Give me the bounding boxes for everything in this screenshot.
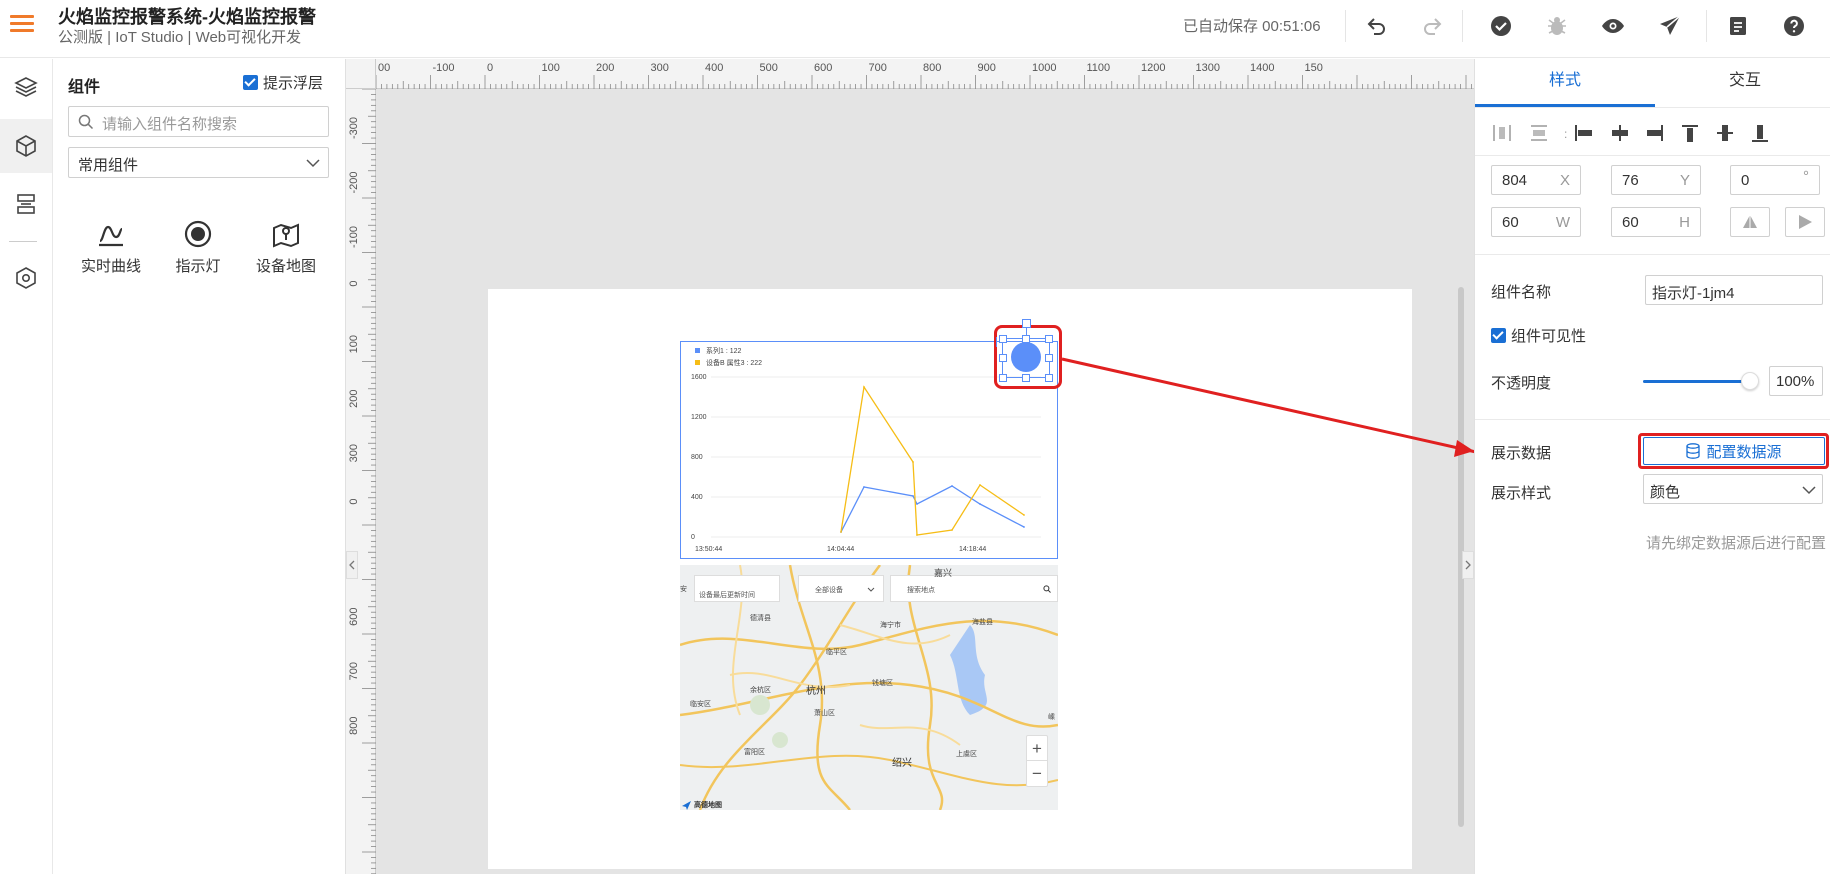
list-icon <box>17 194 35 214</box>
component-name-input[interactable]: 指示灯-1jm4 <box>1645 275 1823 305</box>
height-value: 60 <box>1622 214 1639 231</box>
tab-divider <box>1475 107 1830 108</box>
bug-icon[interactable] <box>1545 14 1569 38</box>
layers-icon <box>14 77 38 97</box>
rail-pages[interactable] <box>0 177 52 231</box>
configure-datasource-label: 配置数据源 <box>1706 443 1782 461</box>
category-value: 常用组件 <box>78 157 139 174</box>
indicator-light-icon <box>184 220 212 248</box>
section-divider <box>1475 155 1830 156</box>
opacity-slider-track[interactable] <box>1643 380 1753 383</box>
toolbar-divider <box>1462 10 1463 42</box>
display-style-value: 颜色 <box>1650 484 1681 501</box>
database-icon <box>1686 443 1701 459</box>
x-value: 804 <box>1502 172 1528 189</box>
visibility-checkbox[interactable]: 组件可见性 <box>1491 325 1586 346</box>
section-divider <box>1475 419 1830 420</box>
cube-icon <box>16 135 36 157</box>
redo-icon[interactable] <box>1420 14 1444 38</box>
rotation-value: 0 <box>1741 172 1750 189</box>
component-search-input[interactable]: 请输入组件名称搜索 <box>68 106 329 137</box>
chevron-down-icon <box>306 159 320 168</box>
opacity-slider-handle[interactable] <box>1741 372 1759 390</box>
x-unit: X <box>1559 172 1570 189</box>
check-circle-icon[interactable] <box>1489 14 1513 38</box>
component-label: 设备地图 <box>255 258 316 275</box>
rail-settings[interactable] <box>0 251 52 305</box>
document-icon[interactable] <box>1726 14 1750 38</box>
left-rail <box>0 59 53 874</box>
tab-style[interactable]: 样式 <box>1475 59 1655 107</box>
components-panel: 组件 提示浮层 请输入组件名称搜索 常用组件 实时曲线 指示灯 设备地图 <box>53 59 346 874</box>
section-divider <box>1475 254 1830 255</box>
tip-overlay-label: 提示浮层 <box>263 75 324 92</box>
toolbar-divider <box>1345 10 1346 42</box>
width-value: 60 <box>1502 214 1519 231</box>
eye-icon[interactable] <box>1601 14 1625 38</box>
rotation-unit: ° <box>1803 168 1809 185</box>
width-unit: W <box>1555 214 1570 231</box>
component-indicator-light[interactable]: 指示灯 <box>158 219 238 276</box>
height-unit: H <box>1679 214 1690 231</box>
chevron-down-icon <box>1802 486 1816 495</box>
app-subtitle: 公测版 | IoT Studio | Web可视化开发 <box>58 29 302 46</box>
y-unit: Y <box>1679 172 1690 189</box>
rail-layers[interactable] <box>0 60 52 114</box>
x-position-input[interactable]: 804 X <box>1491 165 1581 195</box>
flip-vertical-button[interactable] <box>1730 207 1770 237</box>
component-realtime-curve[interactable]: 实时曲线 <box>71 219 151 276</box>
component-device-map[interactable]: 设备地图 <box>246 219 326 276</box>
opacity-label: 不透明度 <box>1491 375 1552 392</box>
display-data-label: 展示数据 <box>1491 445 1552 462</box>
realtime-curve-icon <box>99 225 123 247</box>
configure-datasource-button[interactable]: 配置数据源 <box>1643 437 1825 465</box>
panel-title: 组件 <box>68 79 101 96</box>
display-style-label: 展示样式 <box>1491 485 1552 502</box>
annotation-arrow <box>1061 357 1474 457</box>
flip-vertical-icon <box>1743 215 1757 228</box>
top-bar: 火焰监控报警系统-火焰监控报警 公测版 | IoT Studio | Web可视… <box>0 0 1830 58</box>
opacity-slider-fill <box>1643 380 1753 383</box>
tab-interaction[interactable]: 交互 <box>1655 59 1830 107</box>
device-map-icon <box>273 223 299 248</box>
y-value: 76 <box>1622 172 1639 189</box>
width-input[interactable]: 60 W <box>1491 207 1581 237</box>
checkbox-checked-icon <box>243 75 258 90</box>
rotation-input[interactable]: 0 ° <box>1730 165 1820 195</box>
send-icon[interactable] <box>1658 14 1682 38</box>
component-label: 实时曲线 <box>80 258 141 275</box>
opacity-input[interactable]: 100% <box>1769 366 1823 396</box>
y-position-input[interactable]: 76 Y <box>1611 165 1701 195</box>
component-name-label: 组件名称 <box>1491 284 1552 301</box>
settings-hex-icon <box>16 267 36 289</box>
toolbar-divider <box>1706 10 1707 42</box>
svg-text::: : <box>1564 127 1567 141</box>
alignment-toolbar: : <box>1493 125 1768 142</box>
canvas-area[interactable]: 00 -100 0 100 200 300 400 500 600 700 800 900 1000 11… <box>346 59 1474 874</box>
visibility-label: 组件可见性 <box>1511 328 1587 345</box>
tip-overlay-checkbox[interactable]: 提示浮层 <box>243 72 323 93</box>
flip-horizontal-button[interactable] <box>1785 207 1825 237</box>
rail-components[interactable] <box>0 119 52 173</box>
search-placeholder: 请输入组件名称搜索 <box>102 116 238 133</box>
datasource-hint: 请先绑定数据源后进行配置 <box>1645 535 1826 552</box>
checkbox-checked-icon <box>1491 328 1506 343</box>
display-style-select[interactable]: 颜色 <box>1643 474 1823 504</box>
category-select[interactable]: 常用组件 <box>68 147 329 178</box>
flip-horizontal-icon <box>1799 215 1812 229</box>
rail-divider <box>9 241 37 242</box>
search-icon <box>78 114 94 130</box>
hamburger-menu-icon[interactable] <box>10 12 34 36</box>
help-icon[interactable] <box>1782 14 1806 38</box>
component-label: 指示灯 <box>175 258 221 275</box>
height-input[interactable]: 60 H <box>1611 207 1701 237</box>
autosave-status: 已自动保存 00:51:06 <box>1183 18 1321 35</box>
property-panel: 样式 交互 : 804 X 76 Y 0 ° 60 W 60 H 组件名称 指示灯-1jm… <box>1474 59 1830 874</box>
undo-icon[interactable] <box>1365 14 1389 38</box>
